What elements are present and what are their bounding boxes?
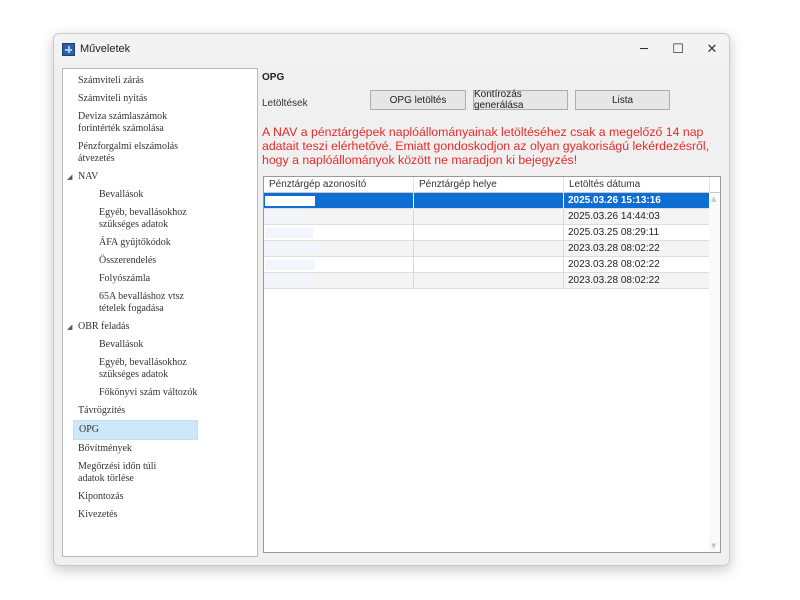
column-header-register-location[interactable]: Pénztárgép helye: [414, 177, 564, 193]
register-id-cell: [264, 209, 414, 225]
register-location-cell: [414, 257, 564, 273]
sidebar-item-label: OBR feladás: [78, 321, 130, 332]
sidebar-item[interactable]: Összerendelés: [63, 252, 257, 270]
sidebar-item[interactable]: Főkönyvi szám változók: [63, 384, 257, 402]
sidebar-item[interactable]: Egyéb, bevallásokhoz szükséges adatok: [63, 204, 257, 234]
navigation-tree[interactable]: Számviteli zárás Számviteli nyitás Deviza …: [62, 68, 258, 557]
redacted-value: [265, 196, 315, 206]
download-date-cell: 2025.03.26 14:44:03: [564, 209, 710, 225]
redacted-value: [265, 276, 311, 286]
sidebar-item[interactable]: ◢ OBR feladás: [63, 318, 257, 336]
sidebar-item[interactable]: Bevallások: [63, 186, 257, 204]
sidebar-item-label: Kipontozás: [78, 491, 124, 502]
sidebar-item[interactable]: Számviteli nyitás: [63, 90, 257, 108]
sidebar-item-label: Bevallások: [99, 189, 144, 200]
list-button[interactable]: Lista: [575, 90, 670, 110]
app-icon: [62, 42, 75, 56]
sidebar-item[interactable]: ◢ NAV: [63, 168, 257, 186]
sidebar-item-label: NAV: [78, 171, 99, 182]
table-row[interactable]: 2023.03.28 08:02:22: [264, 273, 720, 289]
sidebar-item-label: Bővítmények: [78, 443, 132, 454]
maximize-button[interactable]: ☐: [661, 34, 695, 64]
sidebar-item[interactable]: Bővítmények: [63, 440, 257, 458]
redacted-value: [265, 244, 317, 254]
sidebar-item-label: Összerendelés: [99, 255, 157, 266]
table-header: Pénztárgép azonosító Pénztárgép helye Le…: [264, 177, 720, 193]
main-window: Műveletek ─ ☐ ✕ Számviteli zárás Számvite…: [53, 33, 730, 566]
window-controls: ─ ☐ ✕: [627, 34, 729, 64]
register-id-cell: [264, 193, 414, 209]
table-row[interactable]: 2025.03.25 08:29:11: [264, 225, 720, 241]
download-date-cell: 2023.03.28 08:02:22: [564, 257, 710, 273]
download-date-cell: 2023.03.28 08:02:22: [564, 273, 710, 289]
expand-triangle-icon[interactable]: ◢: [67, 171, 78, 183]
sidebar-item[interactable]: Folyószámla: [63, 270, 257, 288]
minimize-button[interactable]: ─: [627, 34, 661, 64]
download-date-cell: 2025.03.25 08:29:11: [564, 225, 710, 241]
register-id-cell: [264, 257, 414, 273]
register-location-cell: [414, 273, 564, 289]
window-title: Műveletek: [80, 43, 131, 55]
cash-register-table[interactable]: Pénztárgép azonosító Pénztárgép helye Le…: [263, 176, 721, 553]
table-row[interactable]: 2025.03.26 15:13:16: [264, 193, 720, 209]
sidebar-item-label: Számviteli zárás: [78, 75, 144, 86]
sidebar-item[interactable]: Egyéb, bevallásokhoz szükséges adatok: [63, 354, 257, 384]
redacted-value: [265, 212, 303, 222]
table-row[interactable]: 2025.03.26 14:44:03: [264, 209, 720, 225]
sidebar-item[interactable]: Pénzforgalmi elszámolás átvezetés: [63, 138, 257, 168]
sidebar-item-label: ÁFA gyűjtőkódok: [99, 237, 171, 248]
redacted-value: [265, 228, 313, 238]
sidebar-item[interactable]: Deviza számlaszámok forintérték számolás…: [63, 108, 257, 138]
sidebar-item-label: Távrögzítés: [78, 405, 126, 416]
sidebar-item[interactable]: Számviteli zárás: [63, 72, 257, 90]
sidebar-item-label: Bevallások: [99, 339, 144, 350]
download-date-cell: 2025.03.26 15:13:16: [564, 193, 710, 209]
table-body: 2025.03.26 15:13:16 2025.03.26 14:44:03 20…: [264, 193, 720, 289]
sidebar-item[interactable]: Megőrzési időn túli adatok törlése: [63, 458, 257, 488]
table-row[interactable]: 2023.03.28 08:02:22: [264, 241, 720, 257]
warning-message: A NAV a pénztárgépek naplóállományainak …: [262, 125, 710, 167]
sidebar-item-label: Folyószámla: [99, 273, 151, 284]
sidebar-item[interactable]: ÁFA gyűjtőkódok: [63, 234, 257, 252]
register-location-cell: [414, 209, 564, 225]
scroll-up-icon[interactable]: ▲: [711, 195, 716, 203]
sidebar-item[interactable]: Bevallások: [63, 336, 257, 354]
opg-panel: OPG Letöltések OPG letöltés Kontírozás g…: [262, 68, 722, 557]
sidebar-item[interactable]: Kipontozás: [63, 488, 257, 506]
sidebar-item-label: Deviza számlaszámok forintérték számolás…: [78, 111, 168, 134]
redacted-value: [265, 260, 315, 270]
section-title: OPG: [262, 72, 285, 83]
sidebar-item-label: Kivezetés: [78, 509, 118, 520]
sidebar-item-label: Egyéb, bevallásokhoz szükséges adatok: [99, 357, 187, 380]
sidebar-item-label: Megőrzési időn túli adatok törlése: [78, 461, 157, 484]
sidebar-item-label: Számviteli nyitás: [78, 93, 148, 104]
column-header-register-id[interactable]: Pénztárgép azonosító: [264, 177, 414, 193]
sidebar-item-label: Pénzforgalmi elszámolás átvezetés: [78, 141, 179, 164]
close-button[interactable]: ✕: [695, 34, 729, 64]
posting-generate-button[interactable]: Kontírozás generálása: [473, 89, 568, 111]
title-bar[interactable]: Műveletek ─ ☐ ✕: [54, 34, 729, 64]
sidebar-item[interactable]: 65A bevalláshoz vtsz tételek fogadása: [63, 288, 257, 318]
register-location-cell: [414, 225, 564, 241]
vertical-scrollbar[interactable]: ▲ ▼: [709, 193, 720, 552]
sidebar-item[interactable]: Távrögzítés: [63, 402, 257, 420]
downloads-label: Letöltések: [262, 98, 308, 109]
register-id-cell: [264, 273, 414, 289]
scroll-down-icon[interactable]: ▼: [711, 542, 716, 550]
column-header-download-date[interactable]: Letöltés dátuma: [564, 177, 710, 193]
opg-download-button[interactable]: OPG letöltés: [370, 90, 466, 110]
download-date-cell: 2023.03.28 08:02:22: [564, 241, 710, 257]
sidebar-item[interactable]: OPG: [73, 420, 198, 440]
expand-triangle-icon[interactable]: ◢: [67, 321, 78, 333]
register-location-cell: [414, 241, 564, 257]
sidebar-item[interactable]: Kivezetés: [63, 506, 257, 524]
register-id-cell: [264, 225, 414, 241]
table-row[interactable]: 2023.03.28 08:02:22: [264, 257, 720, 273]
sidebar-item-label: OPG: [79, 424, 100, 435]
sidebar-item-label: Egyéb, bevallásokhoz szükséges adatok: [99, 207, 187, 230]
sidebar-item-label: Főkönyvi szám változók: [99, 387, 198, 398]
sidebar-item-label: 65A bevalláshoz vtsz tételek fogadása: [99, 291, 184, 314]
register-location-cell: [414, 193, 564, 209]
register-id-cell: [264, 241, 414, 257]
